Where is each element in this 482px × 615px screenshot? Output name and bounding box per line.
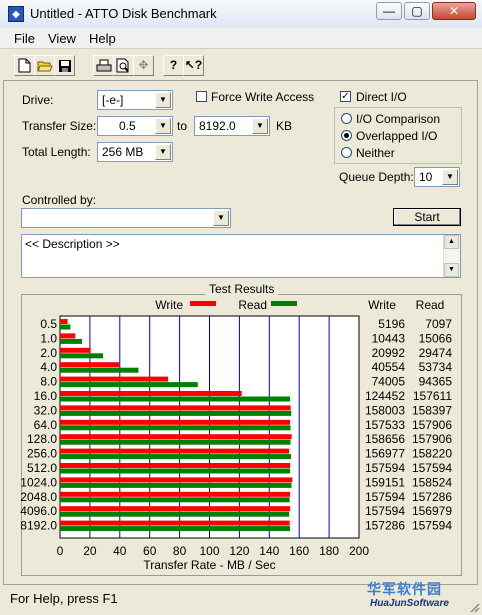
chevron-down-icon[interactable]: ▼ [442,169,458,185]
total-length-value: 256 MB [102,145,144,159]
total-length-select[interactable]: 256 MB ▼ [97,142,173,162]
drive-value: [-e-] [102,93,124,107]
description-text: << Description >> [25,237,120,251]
resize-grip-icon[interactable] [468,601,480,613]
start-button[interactable]: Start [393,208,461,226]
direct-io-checkbox[interactable]: ✓ [340,91,351,102]
close-button[interactable]: ✕ [432,2,476,20]
test-results-frame [21,294,462,576]
transfer-from-value: 0.5 [119,119,136,133]
neither-radio[interactable] [341,147,352,158]
window-title: Untitled - ATTO Disk Benchmark [30,6,217,21]
print-preview-icon[interactable] [113,55,134,76]
move-icon[interactable]: ✥ [133,55,154,76]
to-label: to [177,119,188,133]
title-bar[interactable]: ◆ Untitled - ATTO Disk Benchmark — ▢ ✕ [0,0,482,29]
save-icon[interactable] [54,55,75,76]
open-folder-icon[interactable] [34,55,55,76]
controlled-by-select[interactable]: ▼ [21,208,231,228]
force-write-checkbox[interactable] [196,91,207,102]
description-scrollbar[interactable]: ▲ ▼ [443,235,460,277]
scroll-down-icon[interactable]: ▼ [444,263,459,277]
test-results-title: Test Results [205,282,279,296]
menu-file[interactable]: File [14,31,35,46]
queue-depth-select[interactable]: 10 ▼ [414,167,460,187]
maximize-button[interactable]: ▢ [404,2,430,20]
menu-view[interactable]: View [48,31,76,46]
drive-label: Drive: [22,93,54,107]
minimize-button[interactable]: — [376,2,402,20]
drive-select[interactable]: [-e-] ▼ [97,90,173,110]
print-icon[interactable] [93,55,114,76]
help-icon[interactable]: ? [163,55,184,76]
watermark-en: HuaJunSoftware [370,598,449,609]
chevron-down-icon[interactable]: ▼ [213,210,229,226]
menu-bar: File View Help [0,28,482,49]
queue-depth-label: Queue Depth: [339,170,414,184]
status-text: For Help, press F1 [10,591,118,606]
watermark-cn: 华军软件园 [367,581,442,597]
overlapped-io-radio[interactable] [341,130,352,141]
context-help-icon[interactable]: ↖? [183,55,204,76]
chevron-down-icon[interactable]: ▼ [155,92,171,108]
io-comparison-label: I/O Comparison [356,112,441,126]
menu-help[interactable]: Help [89,31,116,46]
transfer-size-label: Transfer Size: [22,119,97,133]
overlapped-io-label: Overlapped I/O [356,129,438,143]
kb-label: KB [276,119,293,133]
neither-label: Neither [356,146,395,160]
scroll-up-icon[interactable]: ▲ [444,235,459,249]
controlled-by-label: Controlled by: [22,193,97,207]
chevron-down-icon[interactable]: ▼ [155,144,171,160]
new-doc-icon[interactable] [14,55,35,76]
transfer-to-value: 8192.0 [199,119,236,133]
chevron-down-icon[interactable]: ▼ [252,118,268,134]
transfer-from-select[interactable]: 0.5 ▼ [97,116,173,136]
io-comparison-radio[interactable] [341,113,352,124]
total-length-label: Total Length: [22,145,91,159]
app-icon: ◆ [8,6,24,22]
force-write-label: Force Write Access [211,90,315,104]
description-box[interactable]: << Description >> ▲ ▼ [21,234,461,278]
queue-depth-value: 10 [419,170,433,184]
transfer-to-select[interactable]: 8192.0 ▼ [194,116,270,136]
chevron-down-icon[interactable]: ▼ [155,118,171,134]
direct-io-label: Direct I/O [356,90,407,104]
